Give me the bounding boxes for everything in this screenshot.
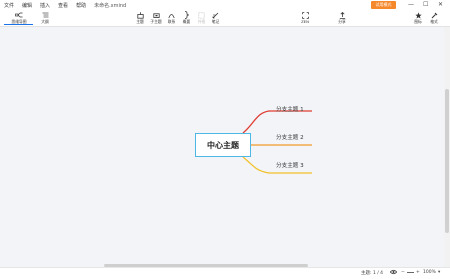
zen-mode-button[interactable]: ZEN — [298, 10, 312, 26]
relationship-icon — [168, 11, 175, 19]
branch-line-1 — [242, 110, 312, 134]
format-panel-label: 格式 — [430, 19, 438, 24]
menu-file[interactable]: 文件 — [4, 2, 14, 9]
vertical-scrollbar[interactable] — [444, 27, 450, 267]
zoom-level: 100% — [423, 270, 436, 275]
share-icon — [339, 11, 346, 19]
insert-summary-button[interactable]: 概要 — [180, 10, 193, 26]
active-tab-indicator — [4, 24, 33, 25]
outline-view-label: 大纲 — [41, 19, 49, 24]
mindmap-icon — [15, 11, 23, 19]
summary-icon — [184, 11, 190, 19]
icon-panel-button[interactable]: 图标 — [412, 10, 424, 26]
outline-view-tab[interactable]: 大纲 — [37, 10, 53, 26]
relationship-label: 联系 — [167, 19, 176, 24]
central-topic[interactable]: 中心主题 — [195, 133, 251, 157]
topic-icon — [136, 11, 144, 19]
minimize-button[interactable]: — — [408, 1, 414, 9]
format-panel-button[interactable]: 格式 — [428, 10, 440, 26]
zen-label: ZEN — [301, 19, 309, 24]
subtopic-label: 子主题 — [150, 19, 162, 24]
boundary-label: 外框 — [197, 19, 206, 24]
boundary-icon — [198, 11, 205, 19]
zoom-dropdown-icon[interactable]: ▾ — [438, 270, 440, 275]
insert-relationship-button[interactable]: 联系 — [165, 10, 178, 26]
zen-icon — [301, 11, 309, 19]
close-button[interactable]: ✕ — [438, 1, 443, 9]
insert-topic-button[interactable]: 主题 — [133, 10, 147, 26]
menu-insert[interactable]: 插入 — [40, 2, 50, 9]
menu-help[interactable]: 帮助 — [76, 2, 86, 9]
share-label: 分享 — [338, 19, 346, 24]
toolbar: 思维导图 大纲 主题 子主题 联系 概要 外框 笔记 ZEN 分享 图标 格式 — [0, 10, 450, 27]
zoom-slider[interactable] — [407, 272, 414, 273]
outline-icon — [42, 11, 49, 19]
share-button[interactable]: 分享 — [335, 10, 349, 26]
status-bar: 主题: 1 / 4 − + 100% ▾ — [0, 267, 450, 279]
menu-view[interactable]: 查看 — [58, 2, 68, 9]
topic-label: 主题 — [136, 19, 144, 24]
notes-icon — [212, 11, 219, 19]
zoom-in-icon[interactable]: + — [416, 270, 420, 275]
maximize-button[interactable]: ☐ — [423, 1, 428, 9]
subtopic-icon — [152, 11, 160, 19]
subtopic-3[interactable]: 分支主题 3 — [276, 161, 304, 169]
format-icon — [431, 11, 438, 19]
notes-label: 笔记 — [211, 19, 220, 24]
vertical-scroll-thumb[interactable] — [445, 89, 449, 233]
trial-mode-button[interactable]: 试用模式 — [371, 1, 396, 9]
summary-label: 概要 — [182, 19, 191, 24]
topic-count: 主题: 1 / 4 — [361, 271, 384, 276]
icon-panel-icon — [414, 11, 422, 19]
insert-notes-button[interactable]: 笔记 — [209, 10, 222, 26]
insert-boundary-button[interactable]: 外框 — [195, 10, 208, 26]
subtopic-1[interactable]: 分支主题 1 — [276, 105, 304, 113]
subtopic-2[interactable]: 分支主题 2 — [276, 133, 304, 141]
insert-subtopic-button[interactable]: 子主题 — [149, 10, 163, 26]
document-title: 未命名.xmind — [94, 2, 127, 9]
zoom-out-icon[interactable]: − — [401, 270, 405, 275]
eye-icon[interactable] — [390, 269, 397, 275]
icon-panel-label: 图标 — [414, 19, 422, 24]
menu-edit[interactable]: 编辑 — [22, 2, 32, 9]
